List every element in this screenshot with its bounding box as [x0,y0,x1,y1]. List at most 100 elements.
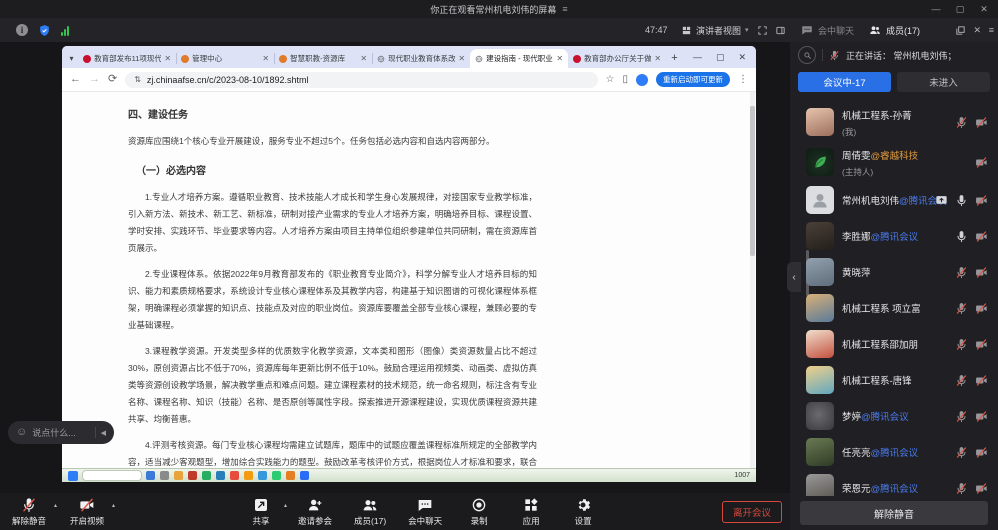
member-row[interactable]: 机械工程系-唐锋 [790,362,998,398]
tab-close-icon[interactable]: ✕ [164,54,171,63]
taskbar-app-icon[interactable] [300,471,309,480]
browser-tab[interactable]: 现代职业教育体系改革 ✕ [372,49,470,68]
member-row[interactable]: 任亮亮@腾讯会议 [790,434,998,470]
toolbar-button[interactable]: ▴ 开启视频 [70,497,104,527]
taskbar-app-icon[interactable] [216,471,225,480]
chat-panel-tab[interactable]: 会中聊天 [801,18,854,42]
member-row[interactable]: 常州机电刘伟@腾讯会议 [790,182,998,218]
toolbar-button[interactable]: 应用 [516,497,546,527]
close-button[interactable]: ✕ [972,0,996,18]
document-block: 资源库应围绕1个核心专业开展建设，服务专业不超过5个。任务包括必选内容和自选内容… [128,133,537,150]
tab-not-joined[interactable]: 未进入 [897,72,990,92]
member-row[interactable]: 机械工程系邵加朋 [790,326,998,362]
tab-close-icon[interactable]: ✕ [458,54,465,63]
reload-icon[interactable]: ⟳ [108,74,117,85]
taskbar-app-icon[interactable] [146,471,155,480]
members-panel-tab[interactable]: 成员(17) [869,18,920,42]
bookmark-star-icon[interactable]: ☆ [606,74,615,85]
browser-minimize-button[interactable]: — [693,52,702,62]
member-row[interactable]: 黄晓萍 [790,254,998,290]
document-block: 2.专业课程体系。依据2022年9月教育部发布的《职业教育专业简介》，科学分解专… [128,266,537,334]
leave-meeting-button[interactable]: 离开会议 [722,501,782,523]
taskbar-app-icon[interactable] [272,471,281,480]
toolbar-button[interactable]: ▴ 共享 [246,497,276,527]
collapse-left-icon[interactable]: ◀ [101,429,106,437]
mic-muted-icon [829,50,840,61]
tab-title: 管理中心 [192,53,259,64]
profile-avatar[interactable] [636,74,648,86]
tab-in-meeting[interactable]: 会议中-17 [798,72,891,92]
tab-close-icon[interactable]: ✕ [654,54,661,63]
member-row[interactable]: 梦婷@腾讯会议 [790,398,998,434]
back-icon[interactable]: ← [70,74,81,85]
minimize-button[interactable]: — [924,0,948,18]
browser-maximize-button[interactable]: ▢ [716,52,725,63]
browser-tab[interactable]: 智慧职教-资源库 ✕ [274,49,372,68]
update-chrome-button[interactable]: 重新启动即可更新 [656,72,730,87]
tab-close-icon[interactable]: ✕ [262,54,269,63]
side-panel-icon[interactable]: ▯ [622,74,628,85]
unmute-button[interactable]: 解除静音 [800,501,988,525]
emoji-icon[interactable]: ☺ [16,427,27,438]
toolbar-button[interactable]: 邀请参会 [298,497,332,527]
taskbar-app-icon[interactable] [174,471,183,480]
member-role: (主持人) [842,166,967,178]
site-settings-icon[interactable]: ⇅ [134,75,141,84]
taskbar-app-icon[interactable] [258,471,267,480]
address-bar[interactable]: ⇅ zj.chinaafse.cn/c/2023-08-10/1892.shtm… [125,72,597,88]
page-scrollbar-thumb[interactable] [750,106,755,256]
toolbar-button[interactable]: 会中聊天 [408,497,442,527]
browser-tab[interactable]: 管理中心 ✕ [176,49,274,68]
maximize-button[interactable]: ▢ [948,0,972,18]
taskbar-app-icon[interactable] [230,471,239,480]
toolbar-button[interactable]: 成员(17) [354,497,386,527]
popout-icon[interactable] [955,18,966,42]
member-name: 黄晓萍 [842,268,871,279]
taskbar-app-icon[interactable] [188,471,197,480]
toolbar-button[interactable]: 录制 [464,497,494,527]
cam-off-icon [975,446,988,459]
taskbar-app-icon[interactable] [244,471,253,480]
chat-input-placeholder[interactable]: 说点什么... [32,426,76,439]
menu-icon[interactable]: ≡ [562,4,567,14]
panel-menu-icon[interactable]: ≡ [989,18,994,42]
new-tab-button[interactable]: + [666,48,683,68]
start-button[interactable] [68,471,78,481]
toolbar-button[interactable]: 设置 [568,497,598,527]
member-row[interactable]: 机械工程系 项立富 [790,290,998,326]
divider [95,427,96,438]
search-icon[interactable] [798,46,816,64]
member-row[interactable]: 周倩雯@睿越科技 (主持人) [790,142,998,182]
fullscreen-icon[interactable] [757,18,768,42]
chevron-up-icon[interactable]: ▴ [284,502,287,509]
forward-icon[interactable]: → [89,74,100,85]
quick-chat-bubble[interactable]: ☺ 说点什么... ◀ [8,421,114,444]
browser-tab[interactable]: 教育部发布11项现代职 ✕ [78,49,176,68]
tab-search-chevron-icon[interactable]: ▾ [65,49,78,68]
browser-tab[interactable]: 建设指南 - 现代职业教 ✕ [470,49,568,68]
panel-close-icon[interactable]: ✕ [973,18,981,42]
member-row[interactable]: 李胜娜@腾讯会议 [790,218,998,254]
taskbar-search[interactable] [82,470,142,481]
taskbar-app-icon[interactable] [286,471,295,480]
toolbar-button[interactable]: ▴ 解除静音 [12,497,46,527]
chevron-up-icon[interactable]: ▴ [54,502,57,509]
taskbar-app-icon[interactable] [202,471,211,480]
view-switch[interactable]: 演讲者视图 ▾ [681,18,749,42]
chevron-up-icon[interactable]: ▴ [112,502,115,509]
tab-close-icon[interactable]: ✕ [556,54,563,63]
browser-close-button[interactable]: ✕ [738,52,746,63]
shield-icon[interactable] [38,24,51,37]
page-scrollbar[interactable] [750,92,755,468]
member-row[interactable]: 荣恩元@腾讯会议 [790,470,998,496]
taskbar-app-icon[interactable] [160,471,169,480]
mic-off-icon [955,446,968,459]
tab-close-icon[interactable]: ✕ [360,54,367,63]
member-row[interactable]: 机械工程系-孙菁 (我) [790,102,998,142]
info-icon[interactable]: i [16,24,28,36]
browser-tab[interactable]: 教育部办公厅关于做好 ✕ [568,49,666,68]
sidepanel-icon[interactable] [775,18,786,42]
cam-off-icon [975,266,988,279]
member-via: @腾讯会议 [861,412,909,423]
browser-menu-icon[interactable]: ⋮ [738,74,748,85]
